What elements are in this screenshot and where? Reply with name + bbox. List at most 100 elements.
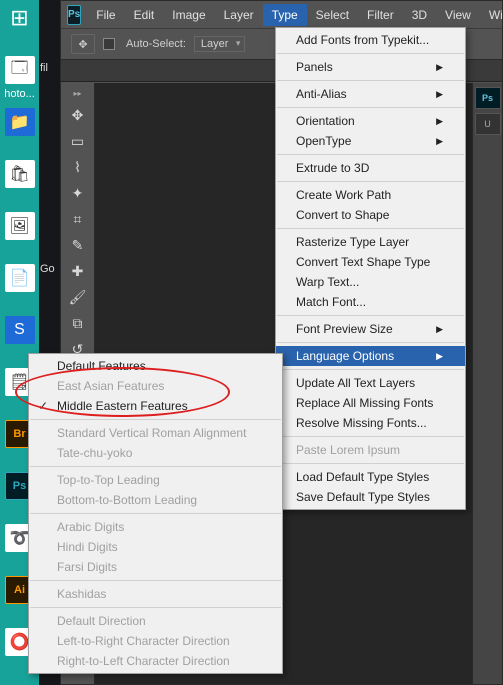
- menu-separator: [277, 107, 464, 108]
- move-tool-icon[interactable]: ✥: [71, 34, 95, 54]
- submenu-item-default-features[interactable]: Default Features: [29, 356, 282, 376]
- menu-item-panels[interactable]: Panels ▶: [276, 57, 465, 77]
- menu-separator: [277, 181, 464, 182]
- menu-item-label: Resolve Missing Fonts...: [296, 416, 427, 430]
- submenu-arrow-icon: ▶: [436, 62, 443, 73]
- menu-item-extrude-to-3d[interactable]: Extrude to 3D: [276, 158, 465, 178]
- brush-tool-icon[interactable]: 🖌: [64, 285, 92, 309]
- desktop-app-icon[interactable]: 📄: [5, 264, 35, 292]
- ps-logo-icon[interactable]: Ps: [67, 5, 81, 25]
- menu-item-label: Extrude to 3D: [296, 161, 369, 175]
- menu-separator: [277, 154, 464, 155]
- submenu-arrow-icon: ▶: [436, 89, 443, 100]
- menu-item-resolve-missing-fonts[interactable]: Resolve Missing Fonts...: [276, 413, 465, 433]
- menu-separator: [277, 80, 464, 81]
- panel-mini-icon[interactable]: Ps: [475, 87, 501, 109]
- submenu-arrow-icon: ▶: [436, 324, 443, 335]
- language-options-submenu: Default FeaturesEast Asian FeaturesMiddl…: [28, 353, 283, 674]
- menu-view[interactable]: View: [436, 4, 480, 26]
- layer-combo[interactable]: Layer: [194, 36, 246, 52]
- menu-3d[interactable]: 3D: [403, 4, 436, 26]
- menu-item-orientation[interactable]: Orientation▶: [276, 111, 465, 131]
- windows-icon[interactable]: ⊞: [5, 4, 35, 32]
- menu-item-font-preview-size[interactable]: Font Preview Size▶: [276, 319, 465, 339]
- menu-item-update-all-text-layers[interactable]: Update All Text Layers: [276, 373, 465, 393]
- desktop-app-icon[interactable]: 🖼: [5, 212, 35, 240]
- auto-select-checkbox[interactable]: [103, 38, 115, 50]
- menu-item-add-fonts-from-typekit[interactable]: Add Fonts from Typekit...: [276, 30, 465, 50]
- submenu-item-top-to-top-leading: Top-to-Top Leading: [29, 470, 282, 490]
- stamp-tool-icon[interactable]: ⧉: [64, 311, 92, 335]
- menu-item-label: Warp Text...: [296, 275, 359, 289]
- menu-item-label: Update All Text Layers: [296, 376, 415, 390]
- menu-item-paste-lorem-ipsum: Paste Lorem Ipsum: [276, 440, 465, 460]
- menu-item-label: Convert Text Shape Type: [296, 255, 430, 269]
- menu-layer[interactable]: Layer: [215, 4, 263, 26]
- menu-wi[interactable]: Wi: [480, 4, 503, 26]
- menu-item-label: Anti-Alias: [296, 87, 347, 101]
- marquee-tool-icon[interactable]: ▭: [64, 129, 92, 153]
- menu-item-opentype[interactable]: OpenType▶: [276, 131, 465, 151]
- menu-item-label: Create Work Path: [296, 188, 391, 202]
- menu-item-anti-alias[interactable]: Anti-Alias ▶: [276, 84, 465, 104]
- submenu-item-left-to-right-character-direction: Left-to-Right Character Direction: [29, 631, 282, 651]
- menu-item-label: Add Fonts from Typekit...: [296, 33, 429, 47]
- menu-file[interactable]: File: [87, 4, 124, 26]
- menu-item-load-default-type-styles[interactable]: Load Default Type Styles: [276, 467, 465, 487]
- menu-item-convert-text-shape-type[interactable]: Convert Text Shape Type: [276, 252, 465, 272]
- eyedropper-tool-icon[interactable]: ✎: [64, 233, 92, 257]
- menu-item-save-default-type-styles[interactable]: Save Default Type Styles: [276, 487, 465, 507]
- menu-item-warp-text[interactable]: Warp Text...: [276, 272, 465, 292]
- desktop-app-icon[interactable]: 📁: [5, 108, 35, 136]
- desktop-icon-label: hoto...: [0, 88, 39, 100]
- menu-item-label: Paste Lorem Ipsum: [296, 443, 400, 457]
- lasso-tool-icon[interactable]: ⌇: [64, 155, 92, 179]
- menu-edit[interactable]: Edit: [125, 4, 164, 26]
- menubar: Ps FileEditImageLayerTypeSelectFilter3DV…: [61, 1, 502, 28]
- submenu-item-default-direction: Default Direction: [29, 611, 282, 631]
- menu-separator: [277, 53, 464, 54]
- panel-mini-icon[interactable]: U: [475, 113, 501, 135]
- heal-tool-icon[interactable]: ✚: [64, 259, 92, 283]
- toolbar-collapse-icon[interactable]: ▸▸: [73, 89, 81, 101]
- menu-separator: [277, 315, 464, 316]
- menu-item-create-work-path[interactable]: Create Work Path: [276, 185, 465, 205]
- auto-select-label: Auto-Select:: [126, 38, 186, 50]
- partial-text: fil: [40, 62, 48, 74]
- menu-item-rasterize-type-layer[interactable]: Rasterize Type Layer: [276, 232, 465, 252]
- menu-image[interactable]: Image: [163, 4, 214, 26]
- menu-item-match-font[interactable]: Match Font...: [276, 292, 465, 312]
- menu-separator: [30, 513, 281, 514]
- submenu-item-middle-eastern-features[interactable]: Middle Eastern Features: [29, 396, 282, 416]
- menu-separator: [277, 369, 464, 370]
- menu-separator: [277, 342, 464, 343]
- menu-item-label: Replace All Missing Fonts: [296, 396, 433, 410]
- desktop-app-icon[interactable]: S: [5, 316, 35, 344]
- crop-tool-icon[interactable]: ⌗: [64, 207, 92, 231]
- menu-item-label: Save Default Type Styles: [296, 490, 430, 504]
- menu-type[interactable]: Type: [263, 4, 307, 26]
- submenu-item-arabic-digits: Arabic Digits: [29, 517, 282, 537]
- menu-separator: [277, 228, 464, 229]
- menu-item-convert-to-shape[interactable]: Convert to Shape: [276, 205, 465, 225]
- move-tool-icon[interactable]: ✥: [64, 103, 92, 127]
- menu-filter[interactable]: Filter: [358, 4, 403, 26]
- submenu-arrow-icon: ▶: [436, 136, 443, 147]
- desktop-app-icon[interactable]: 🗔: [5, 56, 35, 84]
- submenu-item-right-to-left-character-direction: Right-to-Left Character Direction: [29, 651, 282, 671]
- menu-item-label: Language Options: [296, 349, 394, 363]
- menu-select[interactable]: Select: [307, 4, 358, 26]
- menu-item-language-options[interactable]: Language Options▶: [276, 346, 465, 366]
- submenu-item-east-asian-features: East Asian Features: [29, 376, 282, 396]
- menu-item-label: Panels: [296, 60, 333, 74]
- desktop-app-icon[interactable]: 🛍: [5, 160, 35, 188]
- submenu-arrow-icon: ▶: [436, 116, 443, 127]
- menu-separator: [30, 580, 281, 581]
- wand-tool-icon[interactable]: ✦: [64, 181, 92, 205]
- menu-item-label: Convert to Shape: [296, 208, 389, 222]
- menu-separator: [30, 419, 281, 420]
- partial-text: Go: [40, 263, 55, 275]
- panels-strip: Ps U: [472, 83, 502, 684]
- submenu-item-standard-vertical-roman-alignment: Standard Vertical Roman Alignment: [29, 423, 282, 443]
- menu-item-replace-all-missing-fonts[interactable]: Replace All Missing Fonts: [276, 393, 465, 413]
